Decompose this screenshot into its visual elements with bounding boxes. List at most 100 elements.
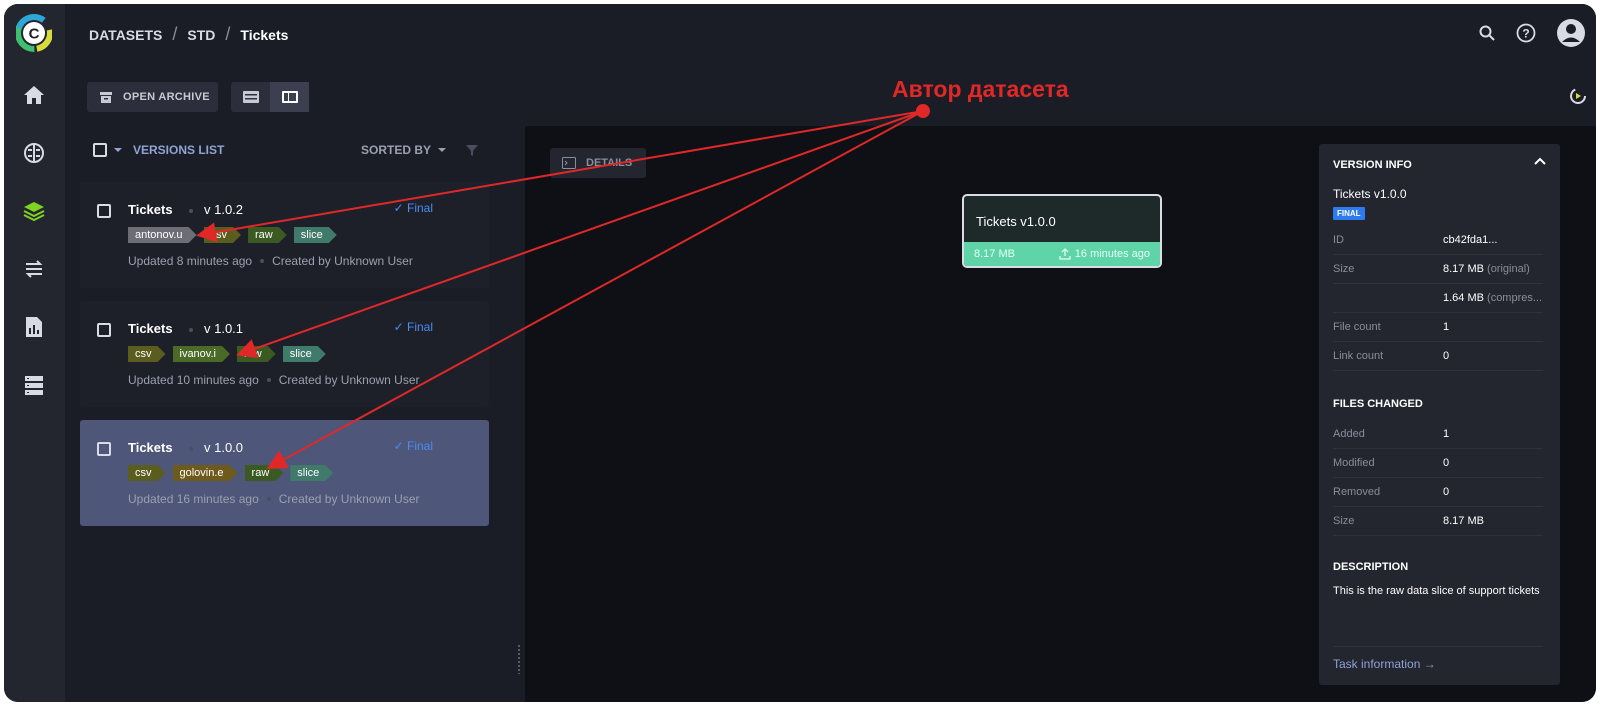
- panel-resize-handle[interactable]: [517, 644, 521, 674]
- tag-list: csv ivanov.i raw slice: [128, 346, 326, 362]
- separator-dot: [266, 497, 271, 501]
- task-information-link[interactable]: Task information →: [1333, 646, 1543, 671]
- help-icon[interactable]: ?: [1516, 23, 1536, 43]
- dataset-version-node[interactable]: Tickets v1.0.0 8.17 MB 16 minutes ago: [962, 194, 1162, 268]
- files-value: 0: [1443, 486, 1450, 498]
- files-key: Modified: [1333, 457, 1375, 469]
- clearml-logo[interactable]: C: [16, 14, 52, 52]
- details-view-button[interactable]: [270, 82, 309, 112]
- auto-refresh-icon[interactable]: [1568, 86, 1588, 106]
- top-bar-icons: ?: [1478, 18, 1586, 48]
- files-row-removed: Removed 0: [1333, 478, 1543, 507]
- files-value: 8.17 MB: [1443, 515, 1484, 527]
- view-toggle: [231, 82, 309, 112]
- search-icon[interactable]: [1478, 24, 1496, 42]
- node-info-bar: 8.17 MB 16 minutes ago: [964, 242, 1160, 266]
- files-row-size: Size 8.17 MB: [1333, 507, 1543, 536]
- description-text: This is the raw data slice of support ti…: [1333, 585, 1540, 597]
- breadcrumb-separator: /: [172, 24, 178, 44]
- table-view-button[interactable]: [231, 82, 270, 112]
- info-value: 0: [1443, 350, 1450, 362]
- info-row-file-count: File count 1: [1333, 313, 1543, 342]
- version-number: v 1.0.1: [204, 321, 244, 336]
- breadcrumb: DATASETS / STD / Tickets: [89, 24, 288, 45]
- workers-queues-icon[interactable]: [21, 372, 47, 398]
- info-value: 8.17 MB (original): [1443, 263, 1530, 275]
- updated-time: Updated 16 minutes ago: [128, 492, 259, 506]
- files-key: Removed: [1333, 486, 1381, 498]
- info-key: ID: [1333, 234, 1344, 246]
- version-name: Tickets: [128, 440, 173, 455]
- author-tag[interactable]: antonov.u: [128, 227, 197, 243]
- datasets-layers-icon[interactable]: [21, 198, 47, 224]
- tag-raw[interactable]: raw: [248, 227, 287, 243]
- filter-icon[interactable]: [465, 143, 479, 157]
- tag-raw[interactable]: raw: [245, 465, 284, 481]
- info-value[interactable]: cb42fda1...: [1443, 234, 1497, 246]
- tag-csv[interactable]: csv: [204, 227, 242, 243]
- updated-time: Updated 8 minutes ago: [128, 254, 253, 268]
- chevron-down-icon: [438, 148, 446, 152]
- breadcrumb-datasets[interactable]: DATASETS: [89, 27, 162, 43]
- table-view-icon: [242, 91, 259, 103]
- info-row-compressed-size: 1.64 MB (compres...: [1333, 284, 1543, 313]
- breadcrumb-project[interactable]: STD: [187, 27, 215, 43]
- reports-icon[interactable]: [21, 314, 47, 340]
- sorted-by-dropdown[interactable]: SORTED BY: [361, 143, 447, 157]
- brain-icon[interactable]: [21, 140, 47, 166]
- node-upload-time: 16 minutes ago: [1059, 248, 1150, 260]
- version-meta: Updated 16 minutes ago Created by Unknow…: [128, 492, 420, 506]
- chevron-down-icon[interactable]: [113, 146, 123, 154]
- toolbar: OPEN ARCHIVE: [65, 66, 1596, 126]
- info-value-note: (compres...: [1487, 292, 1543, 304]
- version-info-panel: VERSION INFO Tickets v1.0.0 FINAL ID cb4…: [1319, 144, 1560, 685]
- version-card[interactable]: Tickets v 1.0.2 ✓ Final antonov.u csv ra…: [80, 182, 489, 288]
- version-card-selected[interactable]: Tickets v 1.0.0 ✓ Final csv golovin.e ra…: [80, 420, 489, 526]
- files-value: 0: [1443, 457, 1450, 469]
- node-title: Tickets v1.0.0: [976, 214, 1056, 229]
- description-title: DESCRIPTION: [1333, 561, 1409, 573]
- files-row-modified: Modified 0: [1333, 449, 1543, 478]
- author-tag[interactable]: ivanov.i: [173, 346, 230, 362]
- tag-csv[interactable]: csv: [128, 465, 166, 481]
- version-number: v 1.0.0: [204, 440, 244, 455]
- details-view-icon: [281, 91, 298, 103]
- open-archive-button[interactable]: OPEN ARCHIVE: [87, 82, 218, 112]
- tag-raw[interactable]: raw: [237, 346, 276, 362]
- svg-text:?: ?: [1522, 27, 1529, 41]
- tag-slice[interactable]: slice: [283, 346, 326, 362]
- version-checkbox[interactable]: [97, 442, 111, 456]
- version-info-name: Tickets v1.0.0: [1333, 187, 1407, 201]
- node-time: 16 minutes ago: [1074, 248, 1150, 260]
- top-bar: DATASETS / STD / Tickets ?: [65, 4, 1596, 66]
- info-key: File count: [1333, 321, 1381, 333]
- version-checkbox[interactable]: [97, 323, 111, 337]
- pipelines-icon[interactable]: [21, 256, 47, 282]
- files-changed-title: FILES CHANGED: [1333, 398, 1423, 410]
- files-row-added: Added 1: [1333, 420, 1543, 449]
- final-badge: FINAL: [1333, 207, 1365, 220]
- home-icon[interactable]: [21, 82, 47, 108]
- details-button[interactable]: DETAILS: [550, 148, 646, 178]
- created-by: Created by Unknown User: [278, 492, 420, 506]
- version-number: v 1.0.2: [204, 202, 244, 217]
- archive-icon: [100, 91, 112, 103]
- version-card[interactable]: Tickets v 1.0.1 ✓ Final csv ivanov.i raw…: [80, 301, 489, 407]
- version-checkbox[interactable]: [97, 204, 111, 218]
- info-row-link-count: Link count 0: [1333, 342, 1543, 371]
- info-key: Size: [1333, 263, 1355, 275]
- tag-slice[interactable]: slice: [290, 465, 333, 481]
- breadcrumb-separator: /: [225, 24, 231, 44]
- version-name: Tickets: [128, 321, 173, 336]
- info-value-note: (original): [1487, 263, 1530, 275]
- user-avatar-icon[interactable]: [1556, 18, 1586, 48]
- author-tag[interactable]: golovin.e: [173, 465, 238, 481]
- tag-list: antonov.u csv raw slice: [128, 227, 337, 243]
- info-value-text: 1.64 MB: [1443, 292, 1484, 304]
- tag-csv[interactable]: csv: [128, 346, 166, 362]
- app-window: C DATASETS / STD / Tickets ? OPEN ARCHIV…: [4, 4, 1596, 702]
- tag-slice[interactable]: slice: [294, 227, 337, 243]
- select-all-checkbox[interactable]: [93, 143, 107, 157]
- chevron-up-icon[interactable]: [1534, 157, 1546, 165]
- version-info-title: VERSION INFO: [1333, 159, 1412, 171]
